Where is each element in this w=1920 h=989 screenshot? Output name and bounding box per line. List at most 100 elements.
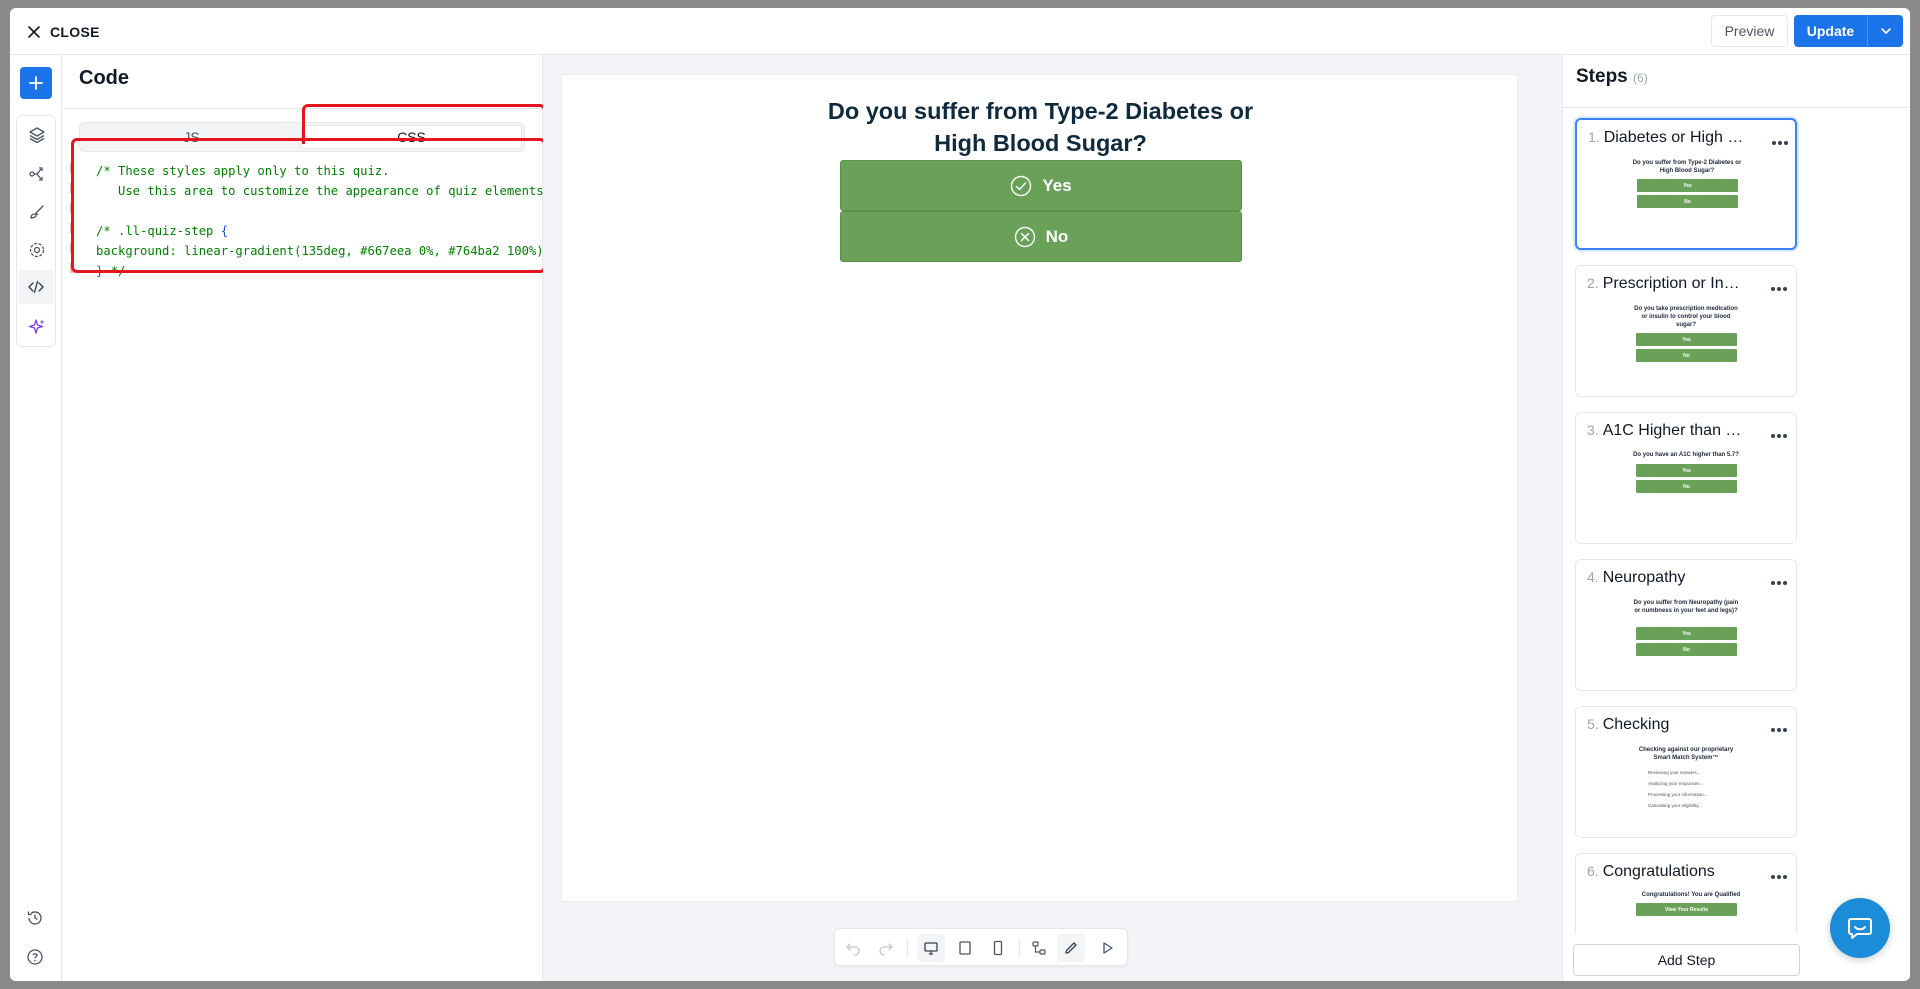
step-card[interactable]: 1. Diabetes or High Blood Sugar Do you s… [1575,118,1797,250]
chevron-down-icon [1880,28,1891,34]
close-label: CLOSE [50,24,100,40]
more-horizontal-icon [1771,875,1787,879]
update-button[interactable]: Update [1794,15,1868,47]
tablet-icon [959,941,971,955]
more-horizontal-icon [1771,581,1787,585]
step-header: 3. A1C Higher than 5.7 [1587,422,1747,444]
support-chat-button[interactable] [1830,898,1890,958]
canvas-area: Do you suffer from Type-2 Diabetes or Hi… [543,55,1562,981]
step-name: Neuropathy [1602,569,1686,586]
step-preview-title: Do you suffer from Type-2 Diabetes or Hi… [1632,160,1742,174]
step-card[interactable]: 6. Congratulations Congratulations! You … [1575,853,1797,933]
preview-button[interactable]: Preview [1711,15,1788,47]
step-card[interactable]: 5. Checking Checking against our proprie… [1575,706,1797,838]
check-circle-icon [1011,175,1032,196]
step-header: 6. Congratulations [1587,863,1747,885]
tool-rail [10,55,62,981]
undo-icon [846,943,860,956]
logic-view-button[interactable] [1029,938,1049,958]
redo-icon [879,943,893,956]
step-header: 5. Checking [1587,716,1747,738]
more-horizontal-icon [1772,141,1788,145]
answer-label: Yes [1042,175,1072,195]
brush-icon [30,205,44,219]
step-menu-button[interactable] [1770,867,1790,879]
step-preview-line: Analyzing your responses... [1648,781,1704,786]
more-horizontal-icon [1771,434,1787,438]
step-preview-answer: View Your Results [1636,903,1737,916]
step-number: 1. [1588,129,1600,145]
ai-button[interactable] [27,317,47,337]
redo-button[interactable] [876,938,896,958]
code-button[interactable] [18,270,54,304]
step-menu-button[interactable] [1770,720,1790,732]
step-preview-answer: Yes [1636,333,1737,346]
step-menu-button[interactable] [1770,279,1790,291]
step-menu-button[interactable] [1770,573,1790,585]
step-preview-answer: No [1636,349,1737,362]
add-element-button[interactable] [20,67,52,99]
update-options-button[interactable] [1868,15,1903,47]
answer-yes-button[interactable]: Yes [840,160,1242,211]
help-icon [27,949,43,965]
chat-icon [1848,918,1872,939]
steps-title: Steps (6) [1576,66,1648,88]
editor-window: CLOSE Preview Update Code JS CSS /* Thes… [10,8,1910,981]
step-number: 3. [1587,422,1599,438]
x-circle-icon [1014,226,1035,247]
tablet-view-button[interactable] [955,938,975,958]
step-preview-line: Processing your information... [1648,792,1708,797]
play-icon [1103,942,1113,954]
step-preview-title: Do you have an A1C higher than 5.7? [1633,452,1739,458]
plus-icon [29,76,43,90]
step-name: A1C Higher than 5.7 [1602,422,1747,439]
edit-mode-button[interactable] [1057,934,1085,962]
code-icon [28,280,44,294]
logic-button[interactable] [27,164,47,184]
add-step-button[interactable]: Add Step [1573,944,1800,976]
step-menu-button[interactable] [1771,133,1791,145]
pencil-icon [1065,942,1077,954]
step-card[interactable]: 3. A1C Higher than 5.7 Do you have an A1… [1575,412,1797,544]
step-name: Prescription or Insulin [1602,275,1747,292]
quiz-canvas: Do you suffer from Type-2 Diabetes or Hi… [561,74,1518,902]
step-header: 4. Neuropathy [1587,569,1747,591]
step-name: Checking [1602,716,1670,733]
sparkle-icon [28,319,45,334]
flow-icon [1032,941,1046,955]
desktop-view-button[interactable] [917,934,945,962]
step-card[interactable]: 4. Neuropathy Do you suffer from Neuropa… [1575,559,1797,691]
mobile-view-button[interactable] [988,938,1008,958]
step-number: 5. [1587,716,1599,732]
gear-icon [29,242,45,258]
step-preview-answer: No [1636,643,1737,656]
help-button[interactable] [26,948,46,968]
answer-label: No [1045,226,1069,246]
play-button[interactable] [1097,938,1117,958]
step-preview-title: Congratulations! You are Qualified [1641,892,1741,898]
settings-button[interactable] [27,240,47,260]
design-button[interactable] [27,202,47,222]
history-button[interactable] [26,909,46,929]
question-title[interactable]: Do you suffer from Type-2 Diabetes or Hi… [812,95,1269,159]
undo-button[interactable] [843,938,863,958]
tool-rail-group [16,115,56,347]
mobile-icon [993,940,1003,956]
step-preview-answer: Yes [1636,627,1737,640]
close-button[interactable]: CLOSE [26,20,100,44]
answer-no-button[interactable]: No [840,211,1242,262]
more-horizontal-icon [1771,287,1787,291]
more-horizontal-icon [1771,728,1787,732]
step-menu-button[interactable] [1770,426,1790,438]
highlight-outline-editor [71,138,546,273]
layers-button[interactable] [27,125,47,145]
step-header: 1. Diabetes or High Blood Sugar [1588,129,1748,151]
canvas-toolbar [834,928,1128,966]
branch-icon [29,167,43,181]
step-name: Diabetes or High Blood Sugar [1603,129,1748,146]
toolbar-separator [907,939,908,957]
code-panel-title: Code [79,67,129,89]
step-card[interactable]: 2. Prescription or Insulin Do you take p… [1575,265,1797,397]
step-preview-line: Reviewing your answers... [1648,770,1701,775]
update-button-group: Update [1794,15,1903,47]
